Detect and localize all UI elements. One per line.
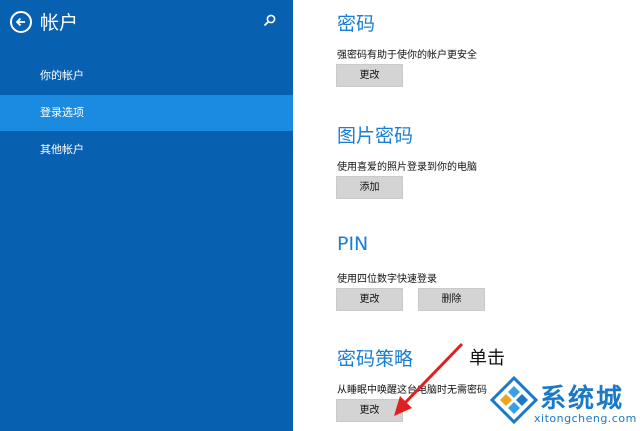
sidebar: 帐户 你的帐户 登录选项 其他帐户: [0, 0, 293, 431]
picture-password-section-title: 图片密码: [337, 125, 414, 147]
password-section-title: 密码: [337, 13, 376, 35]
annotation-arrow-icon: [394, 342, 464, 416]
picture-password-add-button[interactable]: 添加: [336, 176, 403, 199]
picture-password-section-desc: 使用喜爱的照片登录到你的电脑: [337, 162, 477, 173]
watermark-url: xitongcheng.com: [534, 412, 637, 425]
watermark-name: 系统城: [540, 384, 625, 414]
click-annotation-label: 单击: [469, 348, 505, 369]
pin-section-desc: 使用四位数字快速登录: [337, 274, 437, 285]
sidebar-item-your-account[interactable]: 你的帐户: [0, 58, 293, 94]
sidebar-item-sign-in-options[interactable]: 登录选项: [0, 95, 293, 131]
pin-section-title: PIN: [337, 233, 369, 255]
pin-delete-button[interactable]: 删除: [418, 288, 485, 311]
watermark-logo-icon: [490, 376, 538, 424]
pin-change-button[interactable]: 更改: [336, 288, 403, 311]
search-icon[interactable]: [262, 13, 278, 29]
password-section-desc: 强密码有助于使你的帐户更安全: [337, 50, 477, 61]
sidebar-title: 帐户: [40, 12, 79, 34]
password-change-button[interactable]: 更改: [336, 64, 403, 87]
sidebar-item-other-accounts[interactable]: 其他帐户: [0, 132, 293, 168]
back-arrow-icon[interactable]: [10, 11, 32, 33]
